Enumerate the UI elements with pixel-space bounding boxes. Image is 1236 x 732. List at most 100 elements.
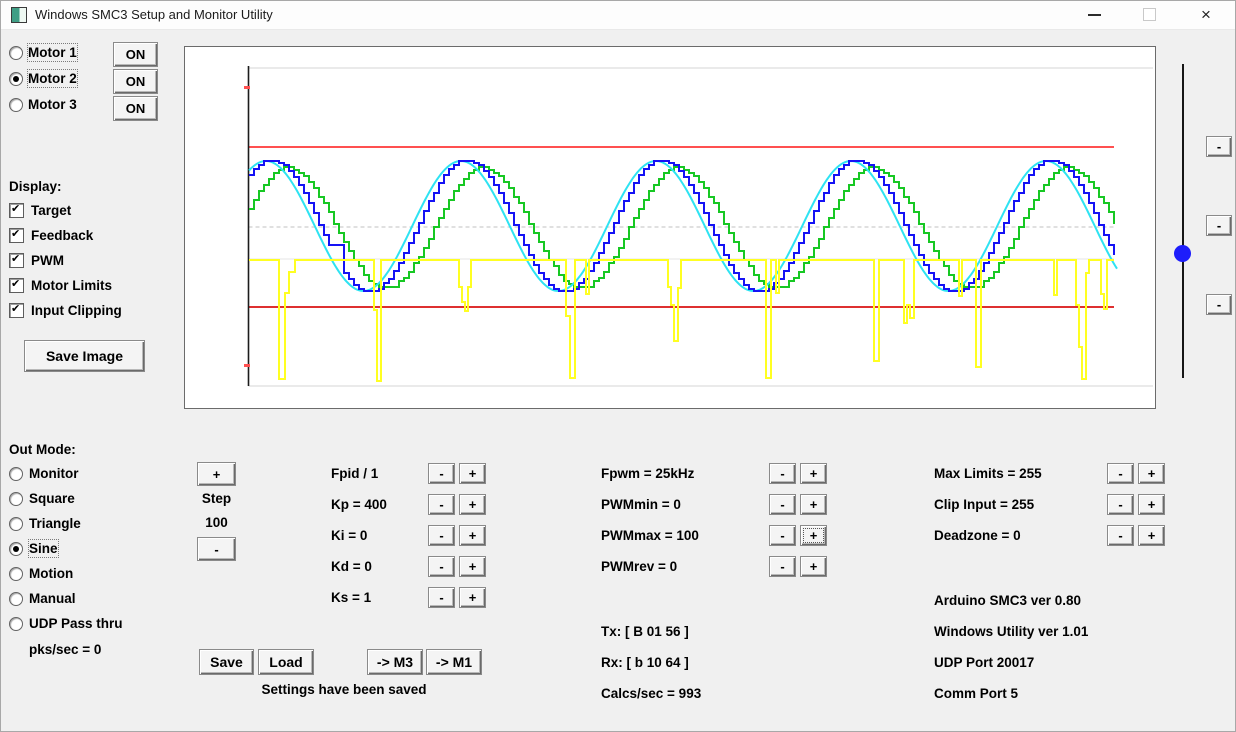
load-button[interactable]: Load bbox=[258, 649, 314, 675]
pwmmin-plus-button[interactable]: + bbox=[800, 494, 827, 515]
kp-value: Kp = 400 bbox=[331, 497, 387, 512]
settings-status: Settings have been saved bbox=[261, 682, 427, 697]
scale-minus-button-2[interactable]: - bbox=[1206, 215, 1232, 236]
target-checkbox-label[interactable]: Target bbox=[31, 202, 71, 219]
comm-port: Comm Port 5 bbox=[934, 686, 1019, 701]
close-button[interactable]: × bbox=[1183, 1, 1229, 28]
pwmmin-minus-button[interactable]: - bbox=[769, 494, 796, 515]
scale-slider-handle[interactable] bbox=[1174, 245, 1191, 262]
feedback-checkbox-label[interactable]: Feedback bbox=[31, 227, 93, 244]
pwmrev-value: PWMrev = 0 bbox=[601, 559, 678, 574]
pwmrev-minus-button[interactable]: - bbox=[769, 556, 796, 577]
out-mode-heading: Out Mode: bbox=[9, 442, 76, 457]
kp-minus-button[interactable]: - bbox=[428, 494, 455, 515]
ks-plus-button[interactable]: + bbox=[459, 587, 486, 608]
titlebar: Windows SMC3 Setup and Monitor Utility × bbox=[1, 1, 1235, 30]
out-mode-sine-label[interactable]: Sine bbox=[28, 539, 59, 558]
pks-per-sec-value: pks/sec = 0 bbox=[29, 642, 102, 657]
fpid-minus-button[interactable]: - bbox=[428, 463, 455, 484]
scale-slider-track bbox=[1182, 64, 1184, 378]
fpwm-plus-button[interactable]: + bbox=[800, 463, 827, 484]
close-icon: × bbox=[1201, 5, 1211, 24]
ki-minus-button[interactable]: - bbox=[428, 525, 455, 546]
motor-2-radio[interactable] bbox=[9, 72, 23, 86]
pwmmax-value: PWMmax = 100 bbox=[601, 528, 699, 543]
rx-status: Rx: [ b 10 64 ] bbox=[601, 655, 689, 670]
input-clipping-checkbox-label[interactable]: Input Clipping bbox=[31, 302, 122, 319]
ks-value: Ks = 1 bbox=[331, 590, 372, 605]
feedback-checkbox[interactable] bbox=[9, 227, 24, 243]
out-mode-sine-radio[interactable] bbox=[9, 542, 23, 556]
out-mode-manual-label[interactable]: Manual bbox=[29, 590, 76, 607]
motor-limits-checkbox[interactable] bbox=[9, 277, 24, 293]
step-value: 100 bbox=[205, 515, 228, 530]
minimize-button[interactable] bbox=[1071, 1, 1117, 28]
waveform-panel bbox=[184, 46, 1156, 409]
maximize-icon bbox=[1142, 8, 1156, 21]
motor-3-on-button[interactable]: ON bbox=[113, 96, 158, 121]
pwmmax-minus-button[interactable]: - bbox=[769, 525, 796, 546]
pwm-checkbox[interactable] bbox=[9, 252, 24, 268]
motor-3-radio[interactable] bbox=[9, 98, 23, 112]
fpwm-value: Fpwm = 25kHz bbox=[601, 466, 695, 481]
max-limits-value: Max Limits = 255 bbox=[934, 466, 1042, 481]
window-title: Windows SMC3 Setup and Monitor Utility bbox=[35, 7, 273, 22]
fpwm-minus-button[interactable]: - bbox=[769, 463, 796, 484]
motor-1-radio[interactable] bbox=[9, 46, 23, 60]
clip-input-plus-button[interactable]: + bbox=[1138, 494, 1165, 515]
motor-1-label[interactable]: Motor 1 bbox=[27, 43, 78, 62]
waveform-chart bbox=[244, 66, 1153, 387]
out-mode-triangle-radio[interactable] bbox=[9, 517, 23, 531]
out-mode-monitor-radio[interactable] bbox=[9, 467, 23, 481]
save-image-button[interactable]: Save Image bbox=[24, 340, 145, 372]
scale-minus-button-3[interactable]: - bbox=[1206, 294, 1232, 315]
app-icon bbox=[11, 7, 27, 23]
out-mode-square-label[interactable]: Square bbox=[29, 490, 75, 507]
ks-minus-button[interactable]: - bbox=[428, 587, 455, 608]
kp-plus-button[interactable]: + bbox=[459, 494, 486, 515]
out-mode-monitor-label[interactable]: Monitor bbox=[29, 465, 79, 482]
out-mode-triangle-label[interactable]: Triangle bbox=[29, 515, 81, 532]
utility-version: Windows Utility ver 1.01 bbox=[934, 624, 1089, 639]
clip-input-value: Clip Input = 255 bbox=[934, 497, 1035, 512]
app-window: Windows SMC3 Setup and Monitor Utility ×… bbox=[0, 0, 1236, 732]
max-limits-minus-button[interactable]: - bbox=[1107, 463, 1134, 484]
fpid-plus-button[interactable]: + bbox=[459, 463, 486, 484]
save-button[interactable]: Save bbox=[199, 649, 254, 675]
pwmmax-plus-button[interactable]: + bbox=[800, 525, 827, 546]
out-mode-udp-radio[interactable] bbox=[9, 617, 23, 631]
scale-minus-button-1[interactable]: - bbox=[1206, 136, 1232, 157]
step-plus-button[interactable]: + bbox=[197, 462, 236, 486]
deadzone-minus-button[interactable]: - bbox=[1107, 525, 1134, 546]
motor-limits-checkbox-label[interactable]: Motor Limits bbox=[31, 277, 112, 294]
copy-to-m1-button[interactable]: -> M1 bbox=[426, 649, 482, 675]
pwmrev-plus-button[interactable]: + bbox=[800, 556, 827, 577]
pwm-checkbox-label[interactable]: PWM bbox=[31, 252, 64, 269]
pwmmin-value: PWMmin = 0 bbox=[601, 497, 681, 512]
out-mode-udp-label[interactable]: UDP Pass thru bbox=[29, 615, 123, 632]
target-checkbox[interactable] bbox=[9, 202, 24, 218]
motor-2-label[interactable]: Motor 2 bbox=[27, 69, 78, 88]
kd-plus-button[interactable]: + bbox=[459, 556, 486, 577]
out-mode-manual-radio[interactable] bbox=[9, 592, 23, 606]
calcs-per-sec: Calcs/sec = 993 bbox=[601, 686, 702, 701]
max-limits-plus-button[interactable]: + bbox=[1138, 463, 1165, 484]
step-label: Step bbox=[201, 491, 232, 506]
motor-2-on-button[interactable]: ON bbox=[113, 69, 158, 94]
arduino-version: Arduino SMC3 ver 0.80 bbox=[934, 593, 1082, 608]
input-clipping-checkbox[interactable] bbox=[9, 302, 24, 318]
deadzone-plus-button[interactable]: + bbox=[1138, 525, 1165, 546]
clip-input-minus-button[interactable]: - bbox=[1107, 494, 1134, 515]
maximize-button[interactable] bbox=[1126, 1, 1172, 28]
copy-to-m3-button[interactable]: -> M3 bbox=[367, 649, 423, 675]
deadzone-value: Deadzone = 0 bbox=[934, 528, 1021, 543]
kd-value: Kd = 0 bbox=[331, 559, 372, 574]
out-mode-motion-label[interactable]: Motion bbox=[29, 565, 73, 582]
motor-1-on-button[interactable]: ON bbox=[113, 42, 158, 67]
kd-minus-button[interactable]: - bbox=[428, 556, 455, 577]
out-mode-motion-radio[interactable] bbox=[9, 567, 23, 581]
out-mode-square-radio[interactable] bbox=[9, 492, 23, 506]
motor-3-label[interactable]: Motor 3 bbox=[28, 96, 77, 113]
step-minus-button[interactable]: - bbox=[197, 537, 236, 561]
ki-plus-button[interactable]: + bbox=[459, 525, 486, 546]
